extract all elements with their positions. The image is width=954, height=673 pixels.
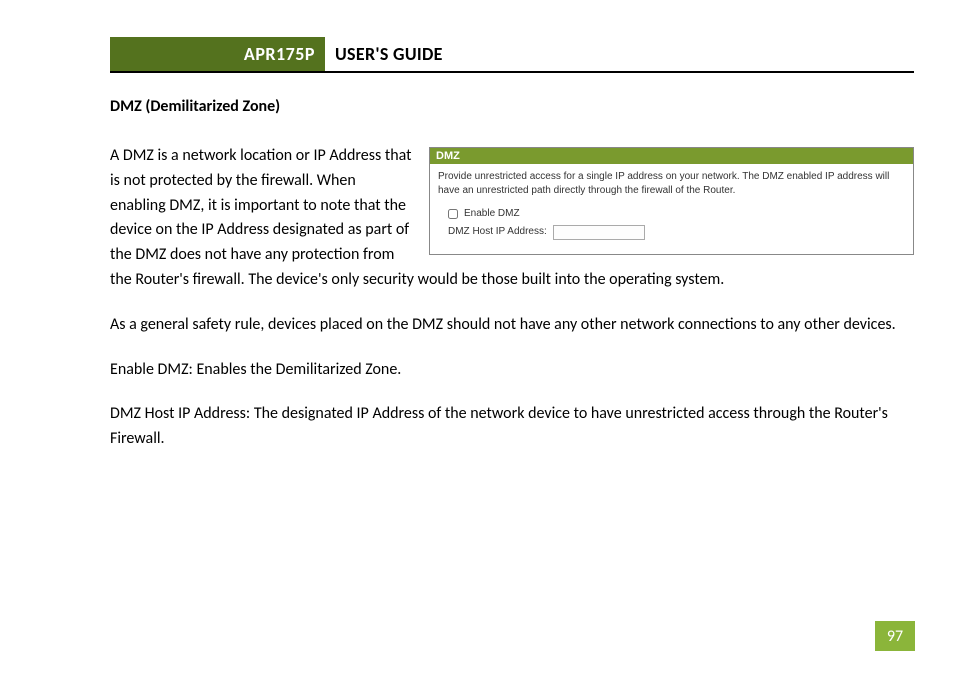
host-ip-paragraph: DMZ Host IP Address: The designated IP A…	[110, 402, 914, 452]
product-tag: APR175P	[110, 37, 325, 71]
enable-dmz-paragraph: Enable DMZ: Enables the Demilitarized Zo…	[110, 358, 914, 383]
intro-paragraph-left: A DMZ is a network location or IP Addres…	[110, 144, 415, 268]
dmz-ip-input[interactable]	[553, 225, 645, 240]
dmz-band-title: DMZ	[430, 148, 913, 164]
dmz-ip-label: DMZ Host IP Address:	[448, 225, 547, 239]
section-heading: DMZ (Demilitarized Zone)	[110, 97, 914, 116]
intro-continuation: the Router's firewall. The device's only…	[110, 268, 914, 293]
dmz-ip-row: DMZ Host IP Address:	[448, 225, 905, 240]
page-number: 97	[875, 621, 915, 651]
dmz-inset-controls: Enable DMZ DMZ Host IP Address:	[438, 207, 905, 240]
header-bar: APR175P USER'S GUIDE	[110, 37, 914, 73]
dmz-config-screenshot: DMZ Provide unrestricted access for a si…	[429, 147, 914, 255]
enable-dmz-row: Enable DMZ	[448, 207, 905, 221]
page: APR175P USER'S GUIDE DMZ (Demilitarized …	[0, 0, 954, 673]
document-title: USER'S GUIDE	[325, 37, 443, 71]
safety-paragraph: As a general safety rule, devices placed…	[110, 313, 914, 338]
enable-dmz-checkbox[interactable]	[448, 209, 458, 219]
dmz-inset-body: Provide unrestricted access for a single…	[430, 164, 913, 254]
dmz-inset-description: Provide unrestricted access for a single…	[438, 170, 905, 197]
enable-dmz-label: Enable DMZ	[464, 207, 520, 221]
intro-row: A DMZ is a network location or IP Addres…	[110, 144, 914, 268]
